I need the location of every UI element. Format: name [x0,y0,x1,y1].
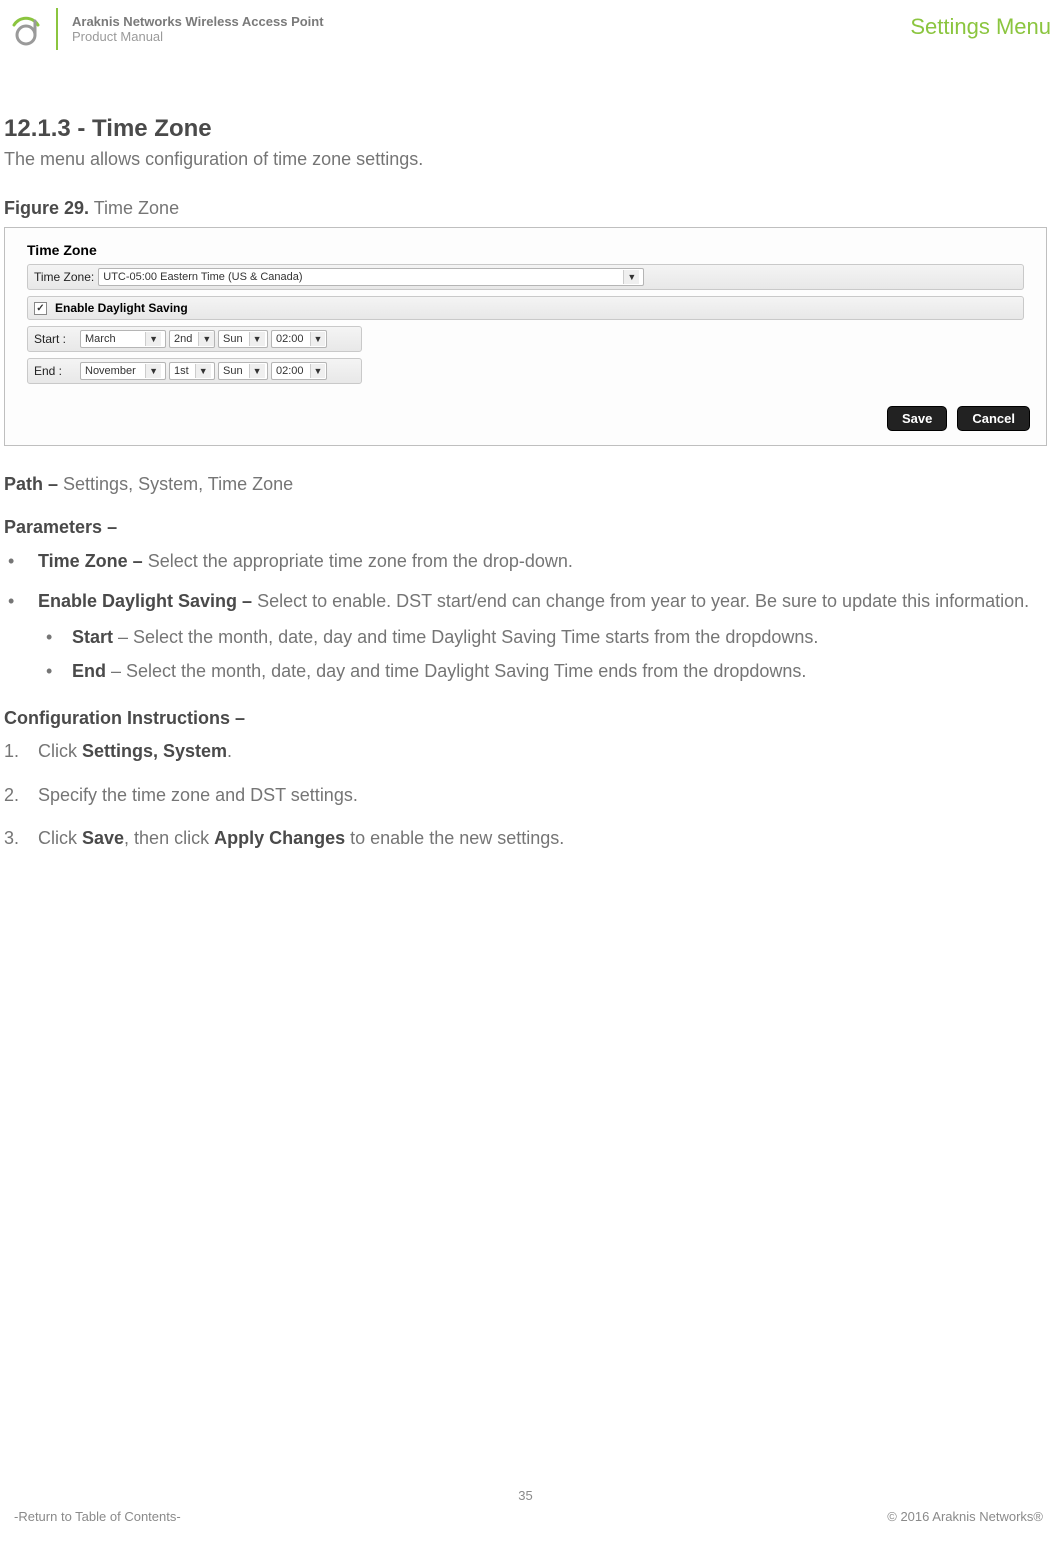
step-2: Specify the time zone and DST settings. [4,783,1047,808]
param-timezone: Time Zone – Select the appropriate time … [4,548,1047,574]
save-button[interactable]: Save [887,406,947,431]
settings-menu-label: Settings Menu [910,14,1051,40]
chevron-down-icon: ▼ [198,332,214,346]
page-number: 35 [0,1488,1051,1503]
chevron-down-icon: ▼ [310,364,326,378]
section-intro: The menu allows configuration of time zo… [4,149,1047,170]
chevron-down-icon: ▼ [310,332,326,346]
timezone-label: Time Zone: [34,270,94,284]
param-dst-end: End – Select the month, date, day and ti… [38,658,1047,684]
parameters-list: Time Zone – Select the appropriate time … [4,548,1047,684]
brand-logo-icon [8,11,44,47]
logo-block: Araknis Networks Wireless Access Point P… [8,8,324,50]
dst-enable-label: Enable Daylight Saving [55,301,188,315]
start-week-select[interactable]: 2nd▼ [169,330,215,348]
timezone-select-value: UTC-05:00 Eastern Time (US & Canada) [103,271,302,283]
dst-start-row: Start : March▼ 2nd▼ Sun▼ 02:00▼ [27,326,362,352]
cancel-button[interactable]: Cancel [957,406,1030,431]
timezone-row: Time Zone: UTC-05:00 Eastern Time (US & … [27,264,1024,290]
start-time-select[interactable]: 02:00▼ [271,330,327,348]
step-3: Click Save, then click Apply Changes to … [4,826,1047,851]
button-bar: Save Cancel [5,398,1046,445]
dst-checkbox[interactable]: ✓ [34,302,47,315]
chevron-down-icon: ▼ [249,364,265,378]
end-time-select[interactable]: 02:00▼ [271,362,327,380]
timezone-select[interactable]: UTC-05:00 Eastern Time (US & Canada) ▼ [98,268,644,286]
figure-label: Figure 29. [4,198,89,218]
figure-caption: Figure 29. Time Zone [4,198,1047,219]
step-1: Click Settings, System. [4,739,1047,764]
page-footer: 35 -Return to Table of Contents- © 2016 … [0,1488,1051,1524]
chevron-down-icon: ▼ [145,364,161,378]
start-label: Start : [34,332,76,346]
end-day-select[interactable]: Sun▼ [218,362,268,380]
end-month-select[interactable]: November▼ [80,362,166,380]
section-title: 12.1.3 - Time Zone [4,115,1047,143]
config-steps: Click Settings, System. Specify the time… [4,739,1047,851]
param-dst-sublist: Start – Select the month, date, day and … [38,624,1047,684]
chevron-down-icon: ▼ [249,332,265,346]
chevron-down-icon: ▼ [623,270,639,284]
parameters-heading: Parameters – [4,517,1047,538]
param-dst: Enable Daylight Saving – Select to enabl… [4,588,1047,684]
header-divider [56,8,58,50]
end-week-select[interactable]: 1st▼ [169,362,215,380]
start-day-select[interactable]: Sun▼ [218,330,268,348]
path-label: Path – [4,474,63,494]
page-header: Araknis Networks Wireless Access Point P… [0,0,1051,59]
copyright: © 2016 Araknis Networks® [887,1509,1043,1524]
product-name: Araknis Networks Wireless Access Point [72,14,324,29]
figure-title: Time Zone [94,198,179,218]
param-dst-start: Start – Select the month, date, day and … [38,624,1047,650]
path-line: Path – Settings, System, Time Zone [4,474,1047,495]
start-month-select[interactable]: March▼ [80,330,166,348]
return-toc-link[interactable]: -Return to Table of Contents- [14,1509,181,1524]
end-label: End : [34,364,76,378]
doc-type: Product Manual [72,29,324,44]
timezone-panel-screenshot: Time Zone Time Zone: UTC-05:00 Eastern T… [4,227,1047,446]
dst-end-row: End : November▼ 1st▼ Sun▼ 02:00▼ [27,358,362,384]
header-text: Araknis Networks Wireless Access Point P… [72,14,324,44]
dst-enable-row: ✓ Enable Daylight Saving [27,296,1024,320]
chevron-down-icon: ▼ [195,364,211,378]
config-heading: Configuration Instructions – [4,708,1047,729]
path-value: Settings, System, Time Zone [63,474,293,494]
panel-heading: Time Zone [27,242,1024,258]
chevron-down-icon: ▼ [145,332,161,346]
